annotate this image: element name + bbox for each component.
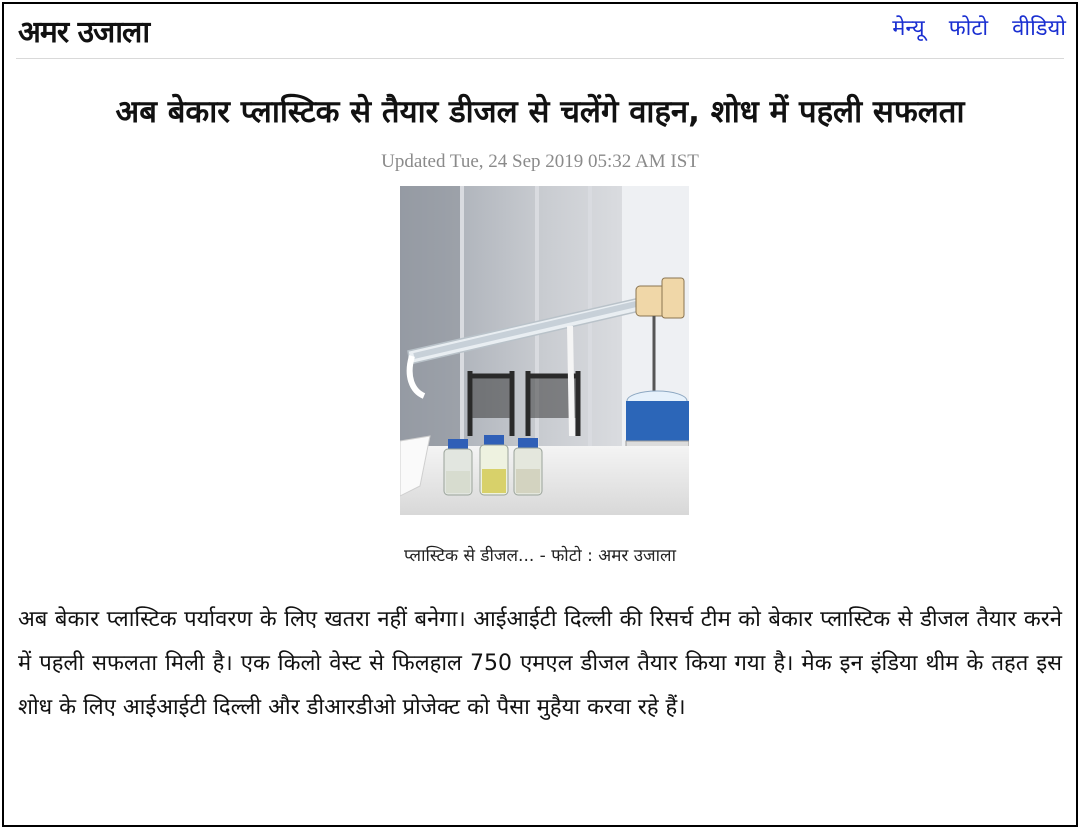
nav-photo-link[interactable]: फोटो (949, 12, 988, 42)
nav-video-link[interactable]: वीडियो (1012, 12, 1066, 42)
page-frame: अमर उजाला मेन्यू फोटो वीडियो अब बेकार प्… (2, 2, 1078, 827)
photo-caption: प्लास्टिक से डीजल... - फोटो : अमर उजाला (404, 546, 676, 566)
top-bar: अमर उजाला मेन्यू फोटो वीडियो (4, 4, 1076, 54)
site-logo[interactable]: अमर उजाला (18, 10, 150, 51)
lab-apparatus-image (399, 186, 690, 515)
article-dateline: Updated Tue, 24 Sep 2019 05:32 AM IST (381, 151, 699, 172)
article-body: अब बेकार प्लास्टिक पर्यावरण के लिए खतरा … (18, 607, 1062, 720)
article-photo[interactable] (399, 186, 690, 515)
article-headline: अब बेकार प्लास्टिक से तैयार डीजल से चलें… (115, 94, 965, 130)
header-divider (16, 58, 1064, 59)
nav-menu-link[interactable]: मेन्यू (892, 12, 924, 42)
top-nav: मेन्यू फोटो वीडियो (892, 12, 1066, 42)
